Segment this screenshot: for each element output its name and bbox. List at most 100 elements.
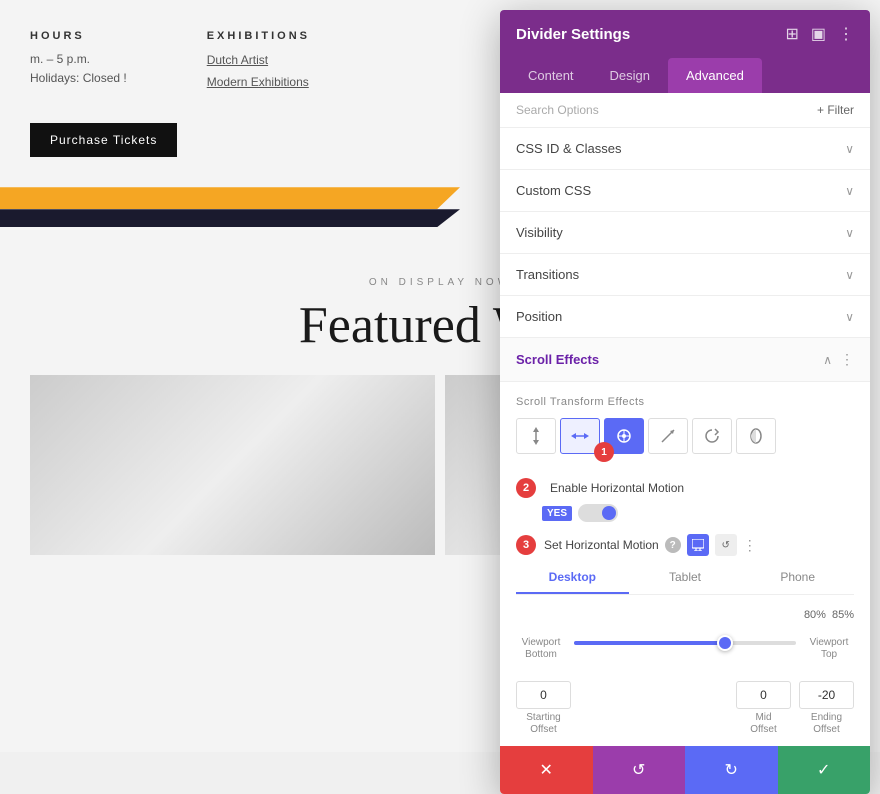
visibility-arrow: ∨ bbox=[845, 226, 854, 240]
purchase-tickets-button[interactable]: Purchase Tickets bbox=[30, 123, 177, 157]
starting-offset-group: Starting Offset bbox=[516, 681, 571, 736]
transitions-label: Transitions bbox=[516, 267, 579, 282]
visibility-label: Visibility bbox=[516, 225, 563, 240]
toggle-yes-wrapper[interactable]: YES bbox=[542, 504, 618, 522]
custom-css-label: Custom CSS bbox=[516, 183, 591, 198]
slider-fill bbox=[574, 641, 725, 645]
search-row: Search Options + Filter bbox=[500, 93, 870, 128]
toggle-row: YES bbox=[542, 504, 854, 522]
ending-offset-group: Ending Offset bbox=[799, 681, 854, 736]
transform-icon-skew[interactable] bbox=[648, 418, 688, 454]
tab-phone[interactable]: Phone bbox=[741, 562, 854, 594]
badge-2: 2 bbox=[516, 478, 536, 498]
cancel-button[interactable]: ✕ bbox=[500, 746, 593, 794]
yellow-divider bbox=[0, 187, 460, 209]
set-motion-label: Set Horizontal Motion bbox=[544, 538, 659, 552]
ending-offset-label: Ending Offset bbox=[811, 712, 842, 736]
custom-css-arrow: ∨ bbox=[845, 184, 854, 198]
toggle-track[interactable] bbox=[578, 504, 618, 522]
reset-button[interactable]: ↺ bbox=[593, 746, 686, 794]
redo-button[interactable]: ↻ bbox=[685, 746, 778, 794]
exhibitions-section: EXHIBITIONS Dutch Artist Modern Exhibiti… bbox=[207, 30, 310, 93]
position-section[interactable]: Position ∨ bbox=[500, 296, 870, 338]
mid-offset-input[interactable] bbox=[736, 681, 791, 709]
viewport-top-label: Viewport Top bbox=[804, 625, 854, 661]
panel-title: Divider Settings bbox=[516, 26, 630, 43]
search-options-label: Search Options bbox=[516, 103, 599, 117]
enable-motion-label: Enable Horizontal Motion bbox=[550, 481, 684, 495]
panel-body: Search Options + Filter CSS ID & Classes… bbox=[500, 93, 870, 794]
device-tabs: Desktop Tablet Phone bbox=[516, 562, 854, 595]
mid-offset-group: Mid Offset bbox=[736, 681, 791, 736]
css-id-classes-label: CSS ID & Classes bbox=[516, 141, 621, 156]
transitions-arrow: ∨ bbox=[845, 268, 854, 282]
starting-offset-input[interactable] bbox=[516, 681, 571, 709]
set-horizontal-motion-row: 3 Set Horizontal Motion ? ↺ ⋮ bbox=[500, 526, 870, 562]
transform-icon-vertical[interactable] bbox=[516, 418, 556, 454]
filter-label: + Filter bbox=[817, 103, 854, 117]
enable-horizontal-motion-section: 2 Enable Horizontal Motion YES bbox=[500, 470, 870, 526]
panel-tabs: Content Design Advanced ✕ bbox=[500, 58, 870, 93]
panel-header-icons: ⊞ ▣ ⋮ bbox=[785, 24, 854, 44]
hours-section: HOURS m. – 5 p.m. Holidays: Closed ! bbox=[30, 30, 127, 93]
scroll-effects-header[interactable]: Scroll Effects ∧ ⋮ bbox=[500, 338, 870, 382]
scroll-effects-arrow: ∧ bbox=[823, 353, 832, 367]
help-icon[interactable]: ? bbox=[665, 537, 681, 553]
tab-desktop[interactable]: Desktop bbox=[516, 562, 629, 594]
slider-thumb[interactable] bbox=[717, 635, 733, 651]
slider-row: Viewport Bottom Viewport Top bbox=[516, 625, 854, 661]
divider-settings-panel: Divider Settings ⊞ ▣ ⋮ Content Design Ad… bbox=[500, 10, 870, 794]
offsets-row: Starting Offset Mid Offset Ending Offset bbox=[500, 671, 870, 746]
enable-motion-inner: 2 Enable Horizontal Motion bbox=[516, 478, 854, 498]
panel-icon-columns[interactable]: ▣ bbox=[811, 24, 826, 44]
scroll-effects-menu[interactable]: ⋮ bbox=[840, 351, 854, 368]
dutch-artist-link[interactable]: Dutch Artist bbox=[207, 50, 310, 72]
exhibitions-title: EXHIBITIONS bbox=[207, 30, 310, 42]
position-arrow: ∨ bbox=[845, 310, 854, 324]
filter-button[interactable]: + Filter bbox=[817, 103, 854, 117]
hours-line1: m. – 5 p.m. bbox=[30, 50, 127, 69]
offset-spacer bbox=[579, 681, 728, 736]
slider-track bbox=[574, 641, 796, 645]
image-placeholder-1 bbox=[30, 375, 435, 555]
transform-icons-row: 1 bbox=[516, 418, 854, 454]
slider-section: 80% 85% Viewport Bottom Viewport Top bbox=[500, 595, 870, 671]
percent-2: 85% bbox=[832, 609, 854, 621]
dark-divider bbox=[0, 209, 460, 227]
slider-percentages: 80% 85% bbox=[516, 609, 854, 621]
tab-content[interactable]: Content bbox=[510, 58, 592, 93]
position-label: Position bbox=[516, 309, 562, 324]
ending-offset-input[interactable] bbox=[799, 681, 854, 709]
transform-icon-opacity[interactable] bbox=[736, 418, 776, 454]
visibility-section[interactable]: Visibility ∨ bbox=[500, 212, 870, 254]
tab-tablet[interactable]: Tablet bbox=[629, 562, 742, 594]
tab-design[interactable]: Design bbox=[592, 58, 668, 93]
confirm-button[interactable]: ✓ bbox=[778, 746, 871, 794]
panel-icon-menu[interactable]: ⋮ bbox=[838, 24, 854, 44]
panel-actions: ✕ ↺ ↻ ✓ bbox=[500, 746, 870, 794]
set-motion-menu[interactable]: ⋮ bbox=[743, 537, 757, 554]
css-id-classes-arrow: ∨ bbox=[845, 142, 854, 156]
badge-1: 1 bbox=[594, 442, 614, 462]
tab-advanced[interactable]: Advanced bbox=[668, 58, 762, 93]
toggle-yes-label: YES bbox=[542, 506, 572, 521]
starting-offset-label: Starting Offset bbox=[526, 712, 560, 736]
modern-exhibitions-link[interactable]: Modern Exhibitions bbox=[207, 72, 310, 94]
scroll-transform-title: Scroll Transform Effects bbox=[516, 396, 854, 408]
percent-1: 80% bbox=[804, 609, 826, 621]
transform-icon-rotate[interactable] bbox=[692, 418, 732, 454]
scroll-transform-section: Scroll Transform Effects bbox=[500, 382, 870, 470]
scroll-effects-controls: ∧ ⋮ bbox=[823, 351, 854, 368]
panel-icon-grid[interactable]: ⊞ bbox=[785, 24, 798, 44]
slider-track-wrapper[interactable] bbox=[574, 633, 796, 653]
panel-header: Divider Settings ⊞ ▣ ⋮ bbox=[500, 10, 870, 58]
viewport-bottom-label: Viewport Bottom bbox=[516, 625, 566, 661]
badge-3: 3 bbox=[516, 535, 536, 555]
hours-line2: Holidays: Closed ! bbox=[30, 69, 127, 88]
transitions-section[interactable]: Transitions ∨ bbox=[500, 254, 870, 296]
css-id-classes-section[interactable]: CSS ID & Classes ∨ bbox=[500, 128, 870, 170]
hours-title: HOURS bbox=[30, 30, 127, 42]
reset-icon-btn[interactable]: ↺ bbox=[715, 534, 737, 556]
desktop-icon-btn[interactable] bbox=[687, 534, 709, 556]
custom-css-section[interactable]: Custom CSS ∨ bbox=[500, 170, 870, 212]
